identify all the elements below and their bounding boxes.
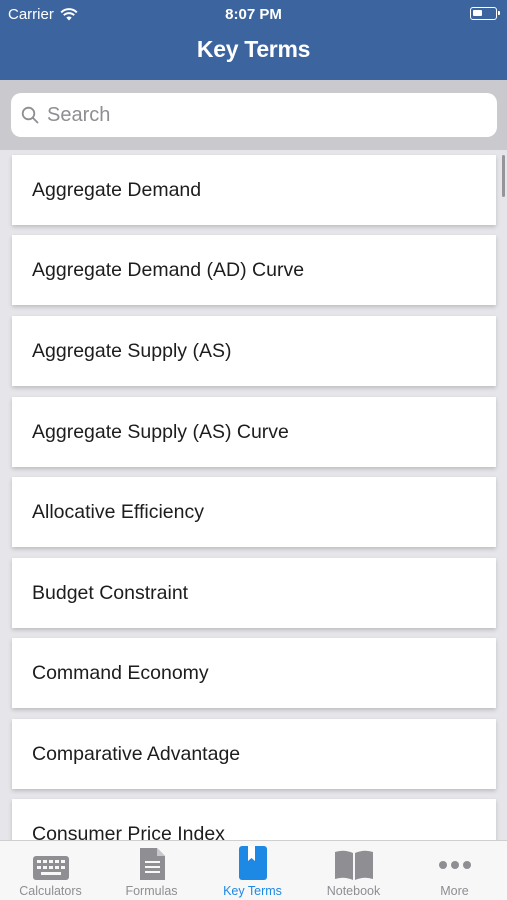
bookmark-icon <box>238 846 267 880</box>
scroll-indicator[interactable] <box>502 155 505 197</box>
book-icon <box>334 850 373 880</box>
list-item[interactable]: Allocative Efficiency <box>12 477 496 547</box>
clock: 8:07 PM <box>225 6 282 23</box>
list-item[interactable]: Aggregate Supply (AS) Curve <box>12 397 496 467</box>
tab-label: Formulas <box>125 884 178 898</box>
tab-formulas[interactable]: Formulas <box>101 841 202 900</box>
search-bar-container <box>0 80 507 150</box>
list-item[interactable]: Budget Constraint <box>12 558 496 628</box>
tab-key-terms[interactable]: Key Terms <box>202 841 303 900</box>
list-item[interactable]: Aggregate Demand (AD) Curve <box>12 235 496 305</box>
tab-label: Calculators <box>19 884 82 898</box>
list-item[interactable]: Command Economy <box>12 638 496 708</box>
tab-label: Key Terms <box>223 884 282 898</box>
navigation-header: Carrier 8:07 PM Key Terms <box>0 0 507 80</box>
battery-icon <box>470 7 500 20</box>
document-icon <box>139 848 165 880</box>
tab-calculators[interactable]: Calculators <box>0 841 101 900</box>
tab-more[interactable]: More <box>404 841 505 900</box>
search-icon <box>21 106 39 124</box>
tab-label: Notebook <box>326 884 381 898</box>
tab-label: More <box>440 884 469 898</box>
status-bar: Carrier 8:07 PM <box>0 0 507 28</box>
list-item[interactable]: Comparative Advantage <box>12 719 496 789</box>
tab-bar: Calculators Formulas Key Terms Notebook … <box>0 840 507 900</box>
page-title: Key Terms <box>196 36 311 62</box>
key-terms-list[interactable]: Aggregate Demand Aggregate Demand (AD) C… <box>0 150 507 840</box>
keyboard-icon <box>32 856 69 880</box>
list-item[interactable]: Consumer Price Index <box>12 799 496 840</box>
list-item[interactable]: Aggregate Demand <box>12 155 496 225</box>
list-item[interactable]: Aggregate Supply (AS) <box>12 316 496 386</box>
search-input[interactable] <box>47 103 467 127</box>
more-dots-icon <box>438 861 471 869</box>
search-field[interactable] <box>11 93 497 137</box>
tab-notebook[interactable]: Notebook <box>303 841 404 900</box>
